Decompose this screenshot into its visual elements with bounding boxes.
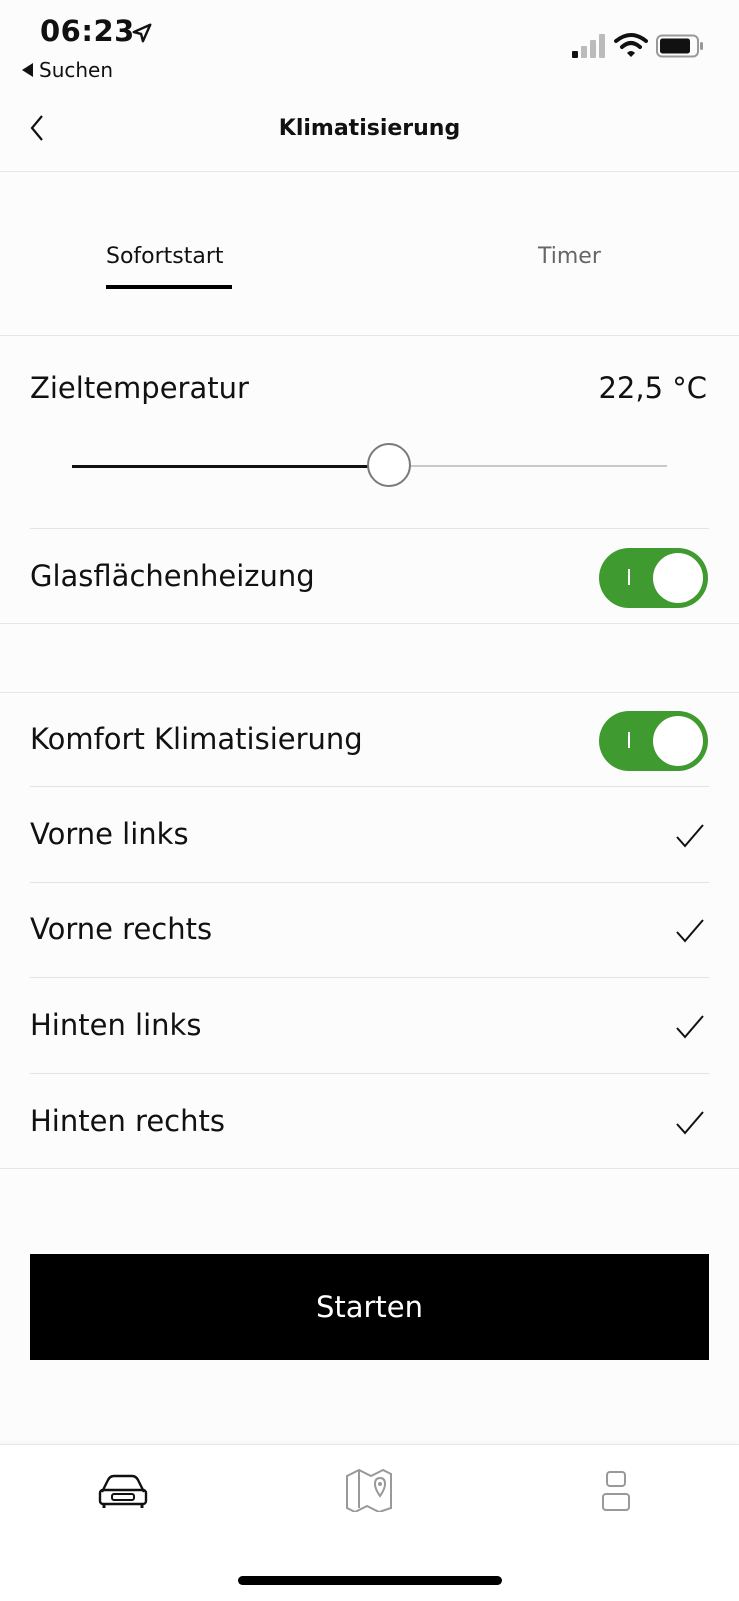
check-icon xyxy=(676,824,704,848)
comfort-climate-label: Komfort Klimatisierung xyxy=(30,722,363,756)
toggle-on-mark xyxy=(628,569,630,585)
row-divider xyxy=(30,1073,709,1074)
row-divider xyxy=(30,528,709,529)
comfort-climate-toggle[interactable] xyxy=(599,711,708,771)
status-time: 06:23 xyxy=(40,14,135,48)
target-temperature-label: Zieltemperatur xyxy=(30,371,249,405)
toggle-on-mark xyxy=(628,732,630,748)
tab-timer[interactable]: Timer xyxy=(538,244,601,269)
map-icon[interactable] xyxy=(345,1468,393,1512)
profile-icon[interactable] xyxy=(600,1470,632,1512)
active-tab-indicator xyxy=(106,285,232,289)
page-title: Klimatisierung xyxy=(278,116,461,141)
car-icon[interactable] xyxy=(98,1472,148,1510)
wifi-icon xyxy=(614,33,648,57)
row-divider xyxy=(30,786,709,787)
home-indicator xyxy=(238,1576,502,1585)
tab-sofortstart[interactable]: Sofortstart xyxy=(106,244,224,269)
temperature-slider-thumb[interactable] xyxy=(367,443,411,487)
section-divider xyxy=(0,692,739,693)
check-icon xyxy=(676,919,704,943)
cellular-signal-icon xyxy=(572,34,605,58)
check-icon xyxy=(676,1111,704,1135)
check-icon xyxy=(676,1015,704,1039)
seat-front-right-label[interactable]: Vorne rechts xyxy=(30,912,212,946)
tabs-divider xyxy=(0,335,739,336)
temperature-slider-track xyxy=(390,465,667,467)
window-heating-toggle[interactable] xyxy=(599,548,708,608)
back-app-label: Suchen xyxy=(39,58,114,82)
start-button-label: Starten xyxy=(315,1290,424,1324)
temperature-slider-track-filled xyxy=(72,465,390,468)
row-divider xyxy=(30,882,709,883)
target-temperature-value: 22,5 °C xyxy=(598,371,707,405)
back-triangle-icon xyxy=(22,63,33,77)
toggle-knob xyxy=(653,716,703,766)
toggle-knob xyxy=(653,553,703,603)
location-arrow-icon xyxy=(132,23,152,43)
row-divider xyxy=(30,977,709,978)
seat-rear-left-label[interactable]: Hinten links xyxy=(30,1008,201,1042)
start-button[interactable]: Starten xyxy=(30,1254,709,1360)
seat-front-left-label[interactable]: Vorne links xyxy=(30,817,189,851)
seat-rear-right-label[interactable]: Hinten rechts xyxy=(30,1104,225,1138)
nav-divider xyxy=(0,171,739,172)
back-to-app-link[interactable]: Suchen xyxy=(22,58,113,82)
section-divider xyxy=(0,1168,739,1169)
battery-icon xyxy=(656,34,703,58)
section-divider xyxy=(0,623,739,624)
window-heating-label: Glasflächenheizung xyxy=(30,559,315,593)
